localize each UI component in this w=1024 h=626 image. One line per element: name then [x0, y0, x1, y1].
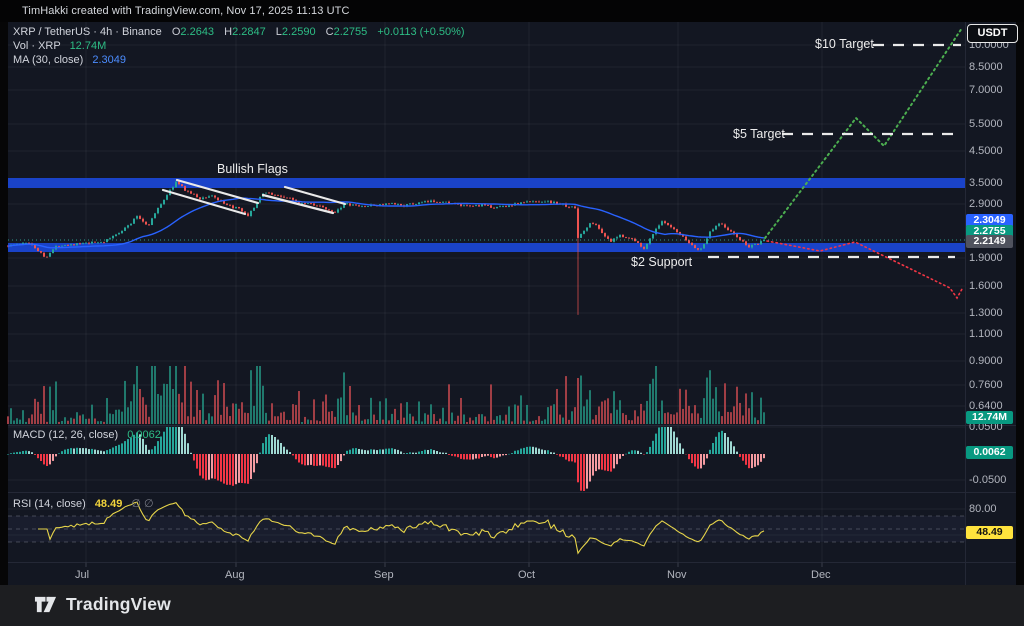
close-label: C	[325, 26, 334, 38]
macd-label: MACD (12, 26, close)	[13, 429, 119, 441]
time-axis-label[interactable]: Aug	[225, 569, 245, 581]
price-axis-tick[interactable]: 80.00	[969, 503, 997, 515]
currency-toggle-button[interactable]: USDT	[967, 24, 1018, 43]
rsi-legend-row: RSI (14, close) 48.49 ∅ ∅	[13, 497, 154, 510]
price-axis-tick[interactable]: 1.6000	[969, 280, 1003, 292]
tradingview-logo[interactable]: TradingView	[34, 593, 171, 616]
rsi-value: 48.49	[94, 498, 123, 510]
time-axis-label[interactable]: Dec	[811, 569, 831, 581]
time-axis-label[interactable]: Oct	[518, 569, 535, 581]
rsi-label: RSI (14, close)	[13, 498, 86, 510]
symbol-legend-row: XRP / TetherUS · 4h · Binance O2.2643 H2…	[13, 26, 465, 38]
gridlines	[8, 22, 965, 562]
volume-legend-row: Vol · XRP 12.74M	[13, 40, 106, 52]
ma-value: 2.3049	[92, 54, 127, 66]
tradingview-chart-screenshot: { "header": { "attribution": "TimHakki c…	[0, 0, 1024, 626]
rsi-value-badge: 48.49	[966, 525, 1013, 539]
support2-label: $2 Support	[631, 255, 693, 269]
low-value: 2.2590	[281, 26, 316, 38]
time-axis-label[interactable]: Sep	[374, 569, 394, 581]
price-axis-tick[interactable]: 0.9000	[969, 355, 1003, 367]
time-axis-label[interactable]: Jul	[75, 569, 89, 581]
resistance-band[interactable]	[8, 178, 965, 188]
attribution-text: TimHakki created with TradingView.com, N…	[22, 5, 350, 17]
open-value: 2.2643	[180, 26, 215, 38]
footer-bar: TradingView	[0, 585, 1024, 626]
macd-legend-row: MACD (12, 26, close) 0.0062	[13, 429, 161, 441]
ma-label: MA (30, close)	[13, 54, 84, 66]
volume-histogram	[7, 366, 765, 424]
volume-value-badge: 12.74M	[966, 410, 1013, 424]
price-axis-tick[interactable]: -0.0500	[969, 474, 1006, 486]
change-value: +0.0113 (+0.50%)	[377, 26, 465, 38]
tradingview-logo-text: TradingView	[66, 594, 171, 614]
time-axis-label[interactable]: Nov	[667, 569, 687, 581]
high-label: H	[224, 26, 233, 38]
price-axis-tick[interactable]: 5.5000	[969, 118, 1003, 130]
macd-value: 0.0062	[127, 429, 161, 441]
symbol-title: XRP / TetherUS · 4h · Binance	[13, 26, 162, 38]
volume-label: Vol · XRP	[13, 40, 61, 52]
bullish-flags-label: Bullish Flags	[217, 162, 288, 176]
tradingview-logo-icon	[34, 596, 57, 613]
macd-value-badge: 0.0062	[966, 445, 1013, 459]
target5-label: $5 Target	[733, 127, 785, 141]
level-price-badge: 2.2149	[966, 234, 1013, 248]
pane-dividers	[8, 22, 1016, 585]
rsi-hidden-icons: ∅ ∅	[131, 498, 154, 510]
price-axis-tick[interactable]: 0.7600	[969, 379, 1003, 391]
ma-legend-row: MA (30, close) 2.3049	[13, 54, 126, 66]
high-value: 2.2847	[232, 26, 266, 38]
level-overlays	[8, 178, 965, 252]
close-value: 2.2755	[333, 26, 368, 38]
price-axis-tick[interactable]: 2.9000	[969, 198, 1003, 210]
attribution-bar: TimHakki created with TradingView.com, N…	[0, 0, 1024, 22]
price-axis-tick[interactable]: 7.0000	[969, 84, 1003, 96]
price-axis-tick[interactable]: 1.3000	[969, 307, 1003, 319]
chart-plot-surface[interactable]	[0, 0, 1024, 626]
price-axis-tick[interactable]: 1.1000	[969, 328, 1003, 340]
flag-trendline[interactable]	[161, 188, 247, 216]
price-axis-tick[interactable]: 4.5000	[969, 145, 1003, 157]
volume-value: 12.74M	[69, 40, 107, 52]
price-axis-tick[interactable]: 3.5000	[969, 177, 1003, 189]
price-axis-tick[interactable]: 1.9000	[969, 252, 1003, 264]
target10-label: $10 Target	[815, 37, 874, 51]
price-axis-tick[interactable]: 8.5000	[969, 61, 1003, 73]
